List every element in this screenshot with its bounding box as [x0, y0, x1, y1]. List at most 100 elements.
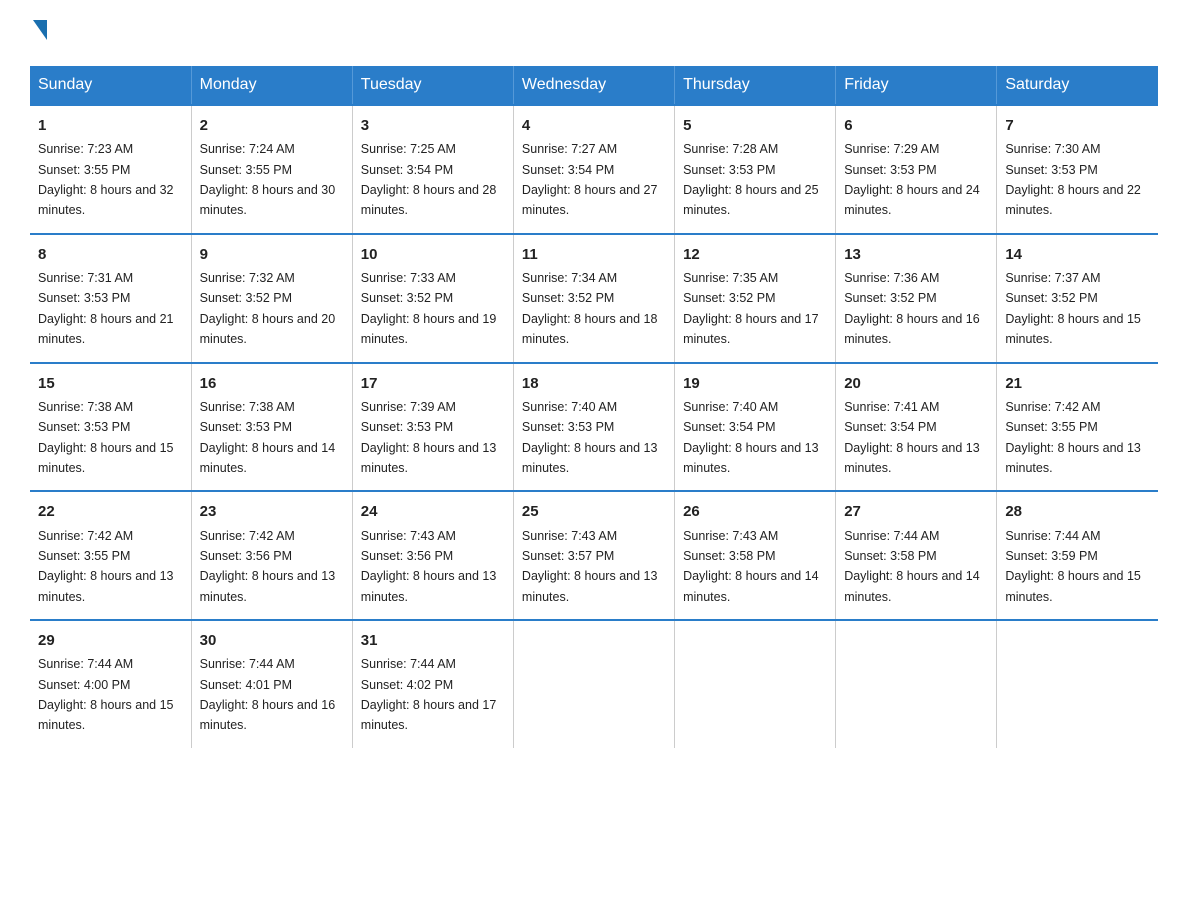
sunrise-info: Sunrise: 7:44 AM — [200, 657, 295, 671]
daylight-info: Daylight: 8 hours and 27 minutes. — [522, 183, 658, 217]
sunrise-info: Sunrise: 7:43 AM — [683, 529, 778, 543]
sunrise-info: Sunrise: 7:24 AM — [200, 142, 295, 156]
day-number: 25 — [522, 500, 666, 523]
sunrise-info: Sunrise: 7:44 AM — [38, 657, 133, 671]
page-header — [30, 20, 1158, 48]
day-number: 3 — [361, 114, 505, 137]
sunrise-info: Sunrise: 7:35 AM — [683, 271, 778, 285]
calendar-table: SundayMondayTuesdayWednesdayThursdayFrid… — [30, 66, 1158, 748]
sunset-info: Sunset: 3:52 PM — [200, 291, 292, 305]
day-number: 19 — [683, 372, 827, 395]
daylight-info: Daylight: 8 hours and 32 minutes. — [38, 183, 174, 217]
sunset-info: Sunset: 3:53 PM — [844, 163, 936, 177]
day-cell — [997, 620, 1158, 748]
day-cell — [513, 620, 674, 748]
sunrise-info: Sunrise: 7:28 AM — [683, 142, 778, 156]
day-cell: 7Sunrise: 7:30 AMSunset: 3:53 PMDaylight… — [997, 105, 1158, 234]
sunrise-info: Sunrise: 7:30 AM — [1005, 142, 1100, 156]
sunset-info: Sunset: 3:55 PM — [38, 163, 130, 177]
day-cell: 11Sunrise: 7:34 AMSunset: 3:52 PMDayligh… — [513, 234, 674, 363]
daylight-info: Daylight: 8 hours and 24 minutes. — [844, 183, 980, 217]
daylight-info: Daylight: 8 hours and 13 minutes. — [38, 569, 174, 603]
logo — [30, 20, 47, 48]
day-cell: 1Sunrise: 7:23 AMSunset: 3:55 PMDaylight… — [30, 105, 191, 234]
sunset-info: Sunset: 3:53 PM — [361, 420, 453, 434]
sunset-info: Sunset: 3:52 PM — [683, 291, 775, 305]
sunrise-info: Sunrise: 7:38 AM — [38, 400, 133, 414]
daylight-info: Daylight: 8 hours and 13 minutes. — [200, 569, 336, 603]
day-number: 1 — [38, 114, 183, 137]
day-cell: 6Sunrise: 7:29 AMSunset: 3:53 PMDaylight… — [836, 105, 997, 234]
sunrise-info: Sunrise: 7:43 AM — [361, 529, 456, 543]
sunset-info: Sunset: 3:54 PM — [361, 163, 453, 177]
sunrise-info: Sunrise: 7:27 AM — [522, 142, 617, 156]
day-cell: 27Sunrise: 7:44 AMSunset: 3:58 PMDayligh… — [836, 491, 997, 620]
daylight-info: Daylight: 8 hours and 13 minutes. — [361, 569, 497, 603]
day-cell: 4Sunrise: 7:27 AMSunset: 3:54 PMDaylight… — [513, 105, 674, 234]
sunset-info: Sunset: 3:53 PM — [200, 420, 292, 434]
sunrise-info: Sunrise: 7:33 AM — [361, 271, 456, 285]
day-cell: 2Sunrise: 7:24 AMSunset: 3:55 PMDaylight… — [191, 105, 352, 234]
day-number: 27 — [844, 500, 988, 523]
sunrise-info: Sunrise: 7:32 AM — [200, 271, 295, 285]
daylight-info: Daylight: 8 hours and 19 minutes. — [361, 312, 497, 346]
day-cell: 31Sunrise: 7:44 AMSunset: 4:02 PMDayligh… — [352, 620, 513, 748]
day-number: 21 — [1005, 372, 1150, 395]
sunset-info: Sunset: 4:00 PM — [38, 678, 130, 692]
sunset-info: Sunset: 3:55 PM — [1005, 420, 1097, 434]
daylight-info: Daylight: 8 hours and 13 minutes. — [522, 441, 658, 475]
daylight-info: Daylight: 8 hours and 18 minutes. — [522, 312, 658, 346]
day-cell: 30Sunrise: 7:44 AMSunset: 4:01 PMDayligh… — [191, 620, 352, 748]
day-header-sunday: Sunday — [30, 66, 191, 105]
sunset-info: Sunset: 3:56 PM — [200, 549, 292, 563]
day-header-friday: Friday — [836, 66, 997, 105]
sunrise-info: Sunrise: 7:43 AM — [522, 529, 617, 543]
day-cell: 16Sunrise: 7:38 AMSunset: 3:53 PMDayligh… — [191, 363, 352, 492]
day-cell: 21Sunrise: 7:42 AMSunset: 3:55 PMDayligh… — [997, 363, 1158, 492]
sunset-info: Sunset: 3:56 PM — [361, 549, 453, 563]
sunset-info: Sunset: 3:58 PM — [683, 549, 775, 563]
sunset-info: Sunset: 3:55 PM — [38, 549, 130, 563]
week-row-1: 1Sunrise: 7:23 AMSunset: 3:55 PMDaylight… — [30, 105, 1158, 234]
day-cell: 20Sunrise: 7:41 AMSunset: 3:54 PMDayligh… — [836, 363, 997, 492]
daylight-info: Daylight: 8 hours and 13 minutes. — [683, 441, 819, 475]
daylight-info: Daylight: 8 hours and 28 minutes. — [361, 183, 497, 217]
sunset-info: Sunset: 3:52 PM — [1005, 291, 1097, 305]
day-cell: 25Sunrise: 7:43 AMSunset: 3:57 PMDayligh… — [513, 491, 674, 620]
daylight-info: Daylight: 8 hours and 25 minutes. — [683, 183, 819, 217]
daylight-info: Daylight: 8 hours and 16 minutes. — [844, 312, 980, 346]
day-number: 15 — [38, 372, 183, 395]
day-number: 20 — [844, 372, 988, 395]
sunset-info: Sunset: 3:54 PM — [522, 163, 614, 177]
sunrise-info: Sunrise: 7:42 AM — [1005, 400, 1100, 414]
sunset-info: Sunset: 3:58 PM — [844, 549, 936, 563]
day-cell — [836, 620, 997, 748]
day-header-wednesday: Wednesday — [513, 66, 674, 105]
week-row-2: 8Sunrise: 7:31 AMSunset: 3:53 PMDaylight… — [30, 234, 1158, 363]
day-cell: 14Sunrise: 7:37 AMSunset: 3:52 PMDayligh… — [997, 234, 1158, 363]
day-number: 23 — [200, 500, 344, 523]
daylight-info: Daylight: 8 hours and 14 minutes. — [683, 569, 819, 603]
day-number: 28 — [1005, 500, 1150, 523]
sunrise-info: Sunrise: 7:25 AM — [361, 142, 456, 156]
sunset-info: Sunset: 3:53 PM — [683, 163, 775, 177]
sunset-info: Sunset: 3:54 PM — [683, 420, 775, 434]
sunset-info: Sunset: 3:57 PM — [522, 549, 614, 563]
day-number: 9 — [200, 243, 344, 266]
day-cell: 17Sunrise: 7:39 AMSunset: 3:53 PMDayligh… — [352, 363, 513, 492]
week-row-5: 29Sunrise: 7:44 AMSunset: 4:00 PMDayligh… — [30, 620, 1158, 748]
day-number: 6 — [844, 114, 988, 137]
daylight-info: Daylight: 8 hours and 22 minutes. — [1005, 183, 1141, 217]
sunset-info: Sunset: 3:53 PM — [38, 291, 130, 305]
day-number: 30 — [200, 629, 344, 652]
sunrise-info: Sunrise: 7:41 AM — [844, 400, 939, 414]
logo-triangle-icon — [33, 20, 47, 40]
day-number: 11 — [522, 243, 666, 266]
daylight-info: Daylight: 8 hours and 15 minutes. — [1005, 312, 1141, 346]
sunset-info: Sunset: 3:54 PM — [844, 420, 936, 434]
sunset-info: Sunset: 3:52 PM — [522, 291, 614, 305]
day-header-tuesday: Tuesday — [352, 66, 513, 105]
week-row-4: 22Sunrise: 7:42 AMSunset: 3:55 PMDayligh… — [30, 491, 1158, 620]
daylight-info: Daylight: 8 hours and 17 minutes. — [361, 698, 497, 732]
day-cell: 22Sunrise: 7:42 AMSunset: 3:55 PMDayligh… — [30, 491, 191, 620]
